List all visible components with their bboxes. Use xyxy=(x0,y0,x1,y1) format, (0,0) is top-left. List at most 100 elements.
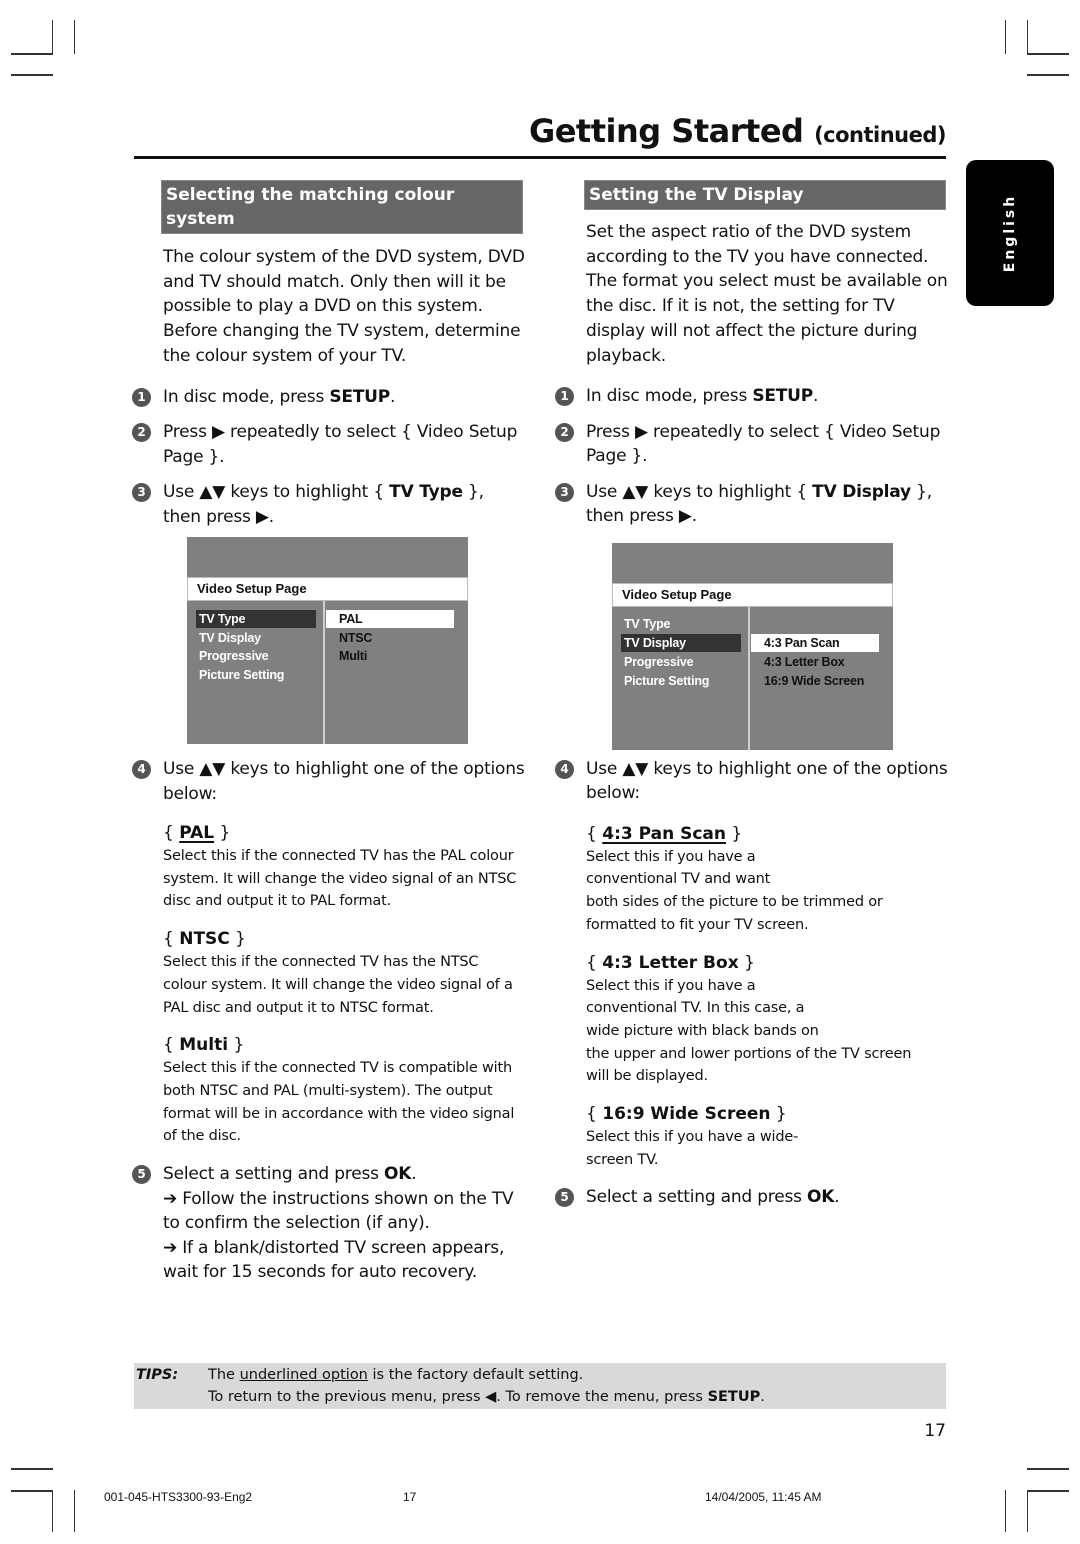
menu-item-tv-display[interactable]: TV Display xyxy=(621,634,741,652)
menu-item-picture-setting[interactable]: Picture Setting xyxy=(621,672,741,690)
step-text: Press ▶ repeatedly to select { Video Set… xyxy=(163,422,518,467)
option-title: { Multi } xyxy=(163,1035,245,1056)
footer-doc-id: 001-045-HTS3300-93-Eng2 xyxy=(104,1490,253,1504)
menu-option-letter-box[interactable]: 4:3 Letter Box xyxy=(751,653,879,671)
option-description: Select this if the connected TV is compa… xyxy=(163,1060,515,1145)
step-4: 4 Use ▲▼ keys to highlight one of the op… xyxy=(555,757,948,806)
menu-item-label: TV Type xyxy=(389,482,463,503)
option-pan-scan: { 4:3 Pan Scan } Select this if you have… xyxy=(586,822,948,937)
tv-display-menu-screen: Video Setup Page TV Type TV Display Prog… xyxy=(612,543,893,750)
option-description: Select this if you have a conventional T… xyxy=(586,975,948,1089)
page-title: Getting Started (continued) xyxy=(528,112,947,150)
option-multi: { Multi } Select this if the connected T… xyxy=(163,1033,525,1148)
setup-key-label: SETUP xyxy=(707,1389,761,1405)
step-3: 3 Use ▲▼ keys to highlight { TV Display … xyxy=(555,480,948,529)
step-number-icon: 2 xyxy=(132,423,151,443)
menu-item-picture-setting[interactable]: Picture Setting xyxy=(196,666,316,684)
page-title-main: Getting Started xyxy=(528,112,804,150)
step-5: 5 Select a setting and press OK. ➔ Follo… xyxy=(132,1162,525,1285)
option-title: { NTSC } xyxy=(163,929,247,950)
step-number-icon: 4 xyxy=(555,759,574,779)
menu-option-ntsc[interactable]: NTSC xyxy=(326,629,454,647)
description-line: Select this if you have a xyxy=(586,977,756,994)
option-description: Select this if you have a conventional T… xyxy=(586,846,948,937)
page-header: Getting Started (continued) xyxy=(134,110,947,160)
step-4: 4 Use ▲▼ keys to highlight one of the op… xyxy=(132,757,525,806)
ok-key-label: OK xyxy=(806,1187,835,1208)
option-description: Select this if the connected TV has the … xyxy=(163,848,517,910)
tips-label: TIPS: xyxy=(136,1367,179,1383)
option-title: { 4:3 Pan Scan } xyxy=(586,823,743,844)
ok-key-label: OK xyxy=(383,1164,412,1185)
step-1: 1 In disc mode, press SETUP. xyxy=(132,385,525,410)
option-wide-screen: { 16:9 Wide Screen } Select this if you … xyxy=(586,1102,948,1171)
step-2: 2 Press ▶ repeatedly to select { Video S… xyxy=(555,420,948,469)
section-heading: Setting the TV Display xyxy=(584,180,946,210)
menu-title: Video Setup Page xyxy=(612,583,893,607)
description-line: conventional TV and want xyxy=(586,871,771,888)
step-text: Select a setting and press xyxy=(586,1187,807,1208)
step-text: In disc mode, press xyxy=(586,386,753,407)
description-line: Select this if you have a xyxy=(586,848,756,865)
step-text: . xyxy=(813,386,819,407)
step-text: Select a setting and press xyxy=(163,1164,384,1185)
menu-divider xyxy=(748,607,750,750)
option-description: Select this if the connected TV has the … xyxy=(163,954,513,1016)
step-text: Use ▲▼ keys to highlight one of the opti… xyxy=(163,759,525,804)
description-line: wide picture with black bands on xyxy=(586,1022,819,1039)
step-text: . xyxy=(411,1164,417,1185)
section-intro: The colour system of the DVD system, DVD… xyxy=(163,247,525,366)
step-1: 1 In disc mode, press SETUP. xyxy=(555,384,948,409)
menu-item-progressive[interactable]: Progressive xyxy=(621,653,741,671)
option-description: Select this if you have a wide- screen T… xyxy=(586,1126,948,1171)
step-5: 5 Select a setting and press OK. xyxy=(555,1185,948,1210)
language-tab: English xyxy=(966,160,1054,306)
step-number-icon: 5 xyxy=(555,1188,574,1208)
menu-item-tv-type[interactable]: TV Type xyxy=(621,615,741,633)
tips-box: TIPS: The underlined option is the facto… xyxy=(134,1363,946,1409)
option-title: { 4:3 Letter Box } xyxy=(586,952,755,973)
menu-divider xyxy=(323,601,325,744)
description-line: will be displayed. xyxy=(586,1068,708,1085)
header-rule xyxy=(134,156,946,159)
tips-line-2: To return to the previous menu, press ◀.… xyxy=(208,1386,765,1408)
option-name-default: 4:3 Pan Scan xyxy=(602,823,726,844)
step-text: . xyxy=(834,1187,840,1208)
setup-key-label: SETUP xyxy=(752,386,814,407)
description-line: screen TV. xyxy=(586,1151,659,1168)
menu-option-pan-scan[interactable]: 4:3 Pan Scan xyxy=(751,634,879,652)
tips-text: The xyxy=(208,1367,240,1383)
option-name: 4:3 Letter Box xyxy=(602,952,739,973)
menu-option-pal[interactable]: PAL xyxy=(326,610,454,628)
option-title: { 16:9 Wide Screen } xyxy=(586,1104,787,1125)
description-line: the upper and lower portions of the TV s… xyxy=(586,1045,912,1062)
option-name: 16:9 Wide Screen xyxy=(602,1104,771,1125)
menu-item-label: TV Display xyxy=(812,481,911,502)
tips-text: . xyxy=(760,1389,765,1405)
tips-text: To return to the previous menu, press ◀.… xyxy=(208,1389,708,1405)
step-number-icon: 1 xyxy=(555,387,574,407)
step-text: Use ▲▼ keys to highlight { xyxy=(163,482,390,503)
menu-item-tv-display[interactable]: TV Display xyxy=(196,629,316,647)
step-3: 3 Use ▲▼ keys to highlight { TV Type }, … xyxy=(132,480,525,529)
description-line: formatted to fit your TV screen. xyxy=(586,916,809,933)
description-line: both sides of the picture to be trimmed … xyxy=(586,894,883,911)
page-title-suffix: (continued) xyxy=(814,123,946,147)
menu-option-wide-screen[interactable]: 16:9 Wide Screen xyxy=(751,672,879,690)
menu-option-multi[interactable]: Multi xyxy=(326,647,454,665)
step-note: ➔ If a blank/distorted TV screen appears… xyxy=(163,1237,505,1283)
section-heading: Selecting the matching colour system xyxy=(161,180,523,234)
step-text: In disc mode, press xyxy=(163,386,330,407)
tips-line-1: The underlined option is the factory def… xyxy=(208,1364,583,1386)
language-tab-label: English xyxy=(1002,193,1018,273)
option-name: Multi xyxy=(179,1035,229,1056)
menu-item-progressive[interactable]: Progressive xyxy=(196,647,316,665)
menu-item-tv-type[interactable]: TV Type xyxy=(196,610,316,628)
step-number-icon: 4 xyxy=(132,760,151,780)
description-line: Select this if you have a wide- xyxy=(586,1129,799,1146)
option-letter-box: { 4:3 Letter Box } Select this if you ha… xyxy=(586,951,948,1089)
footer-page: 17 xyxy=(403,1490,417,1504)
step-number-icon: 5 xyxy=(132,1165,151,1185)
option-name: NTSC xyxy=(179,929,230,950)
option-pal: { PAL } Select this if the connected TV … xyxy=(163,821,525,913)
